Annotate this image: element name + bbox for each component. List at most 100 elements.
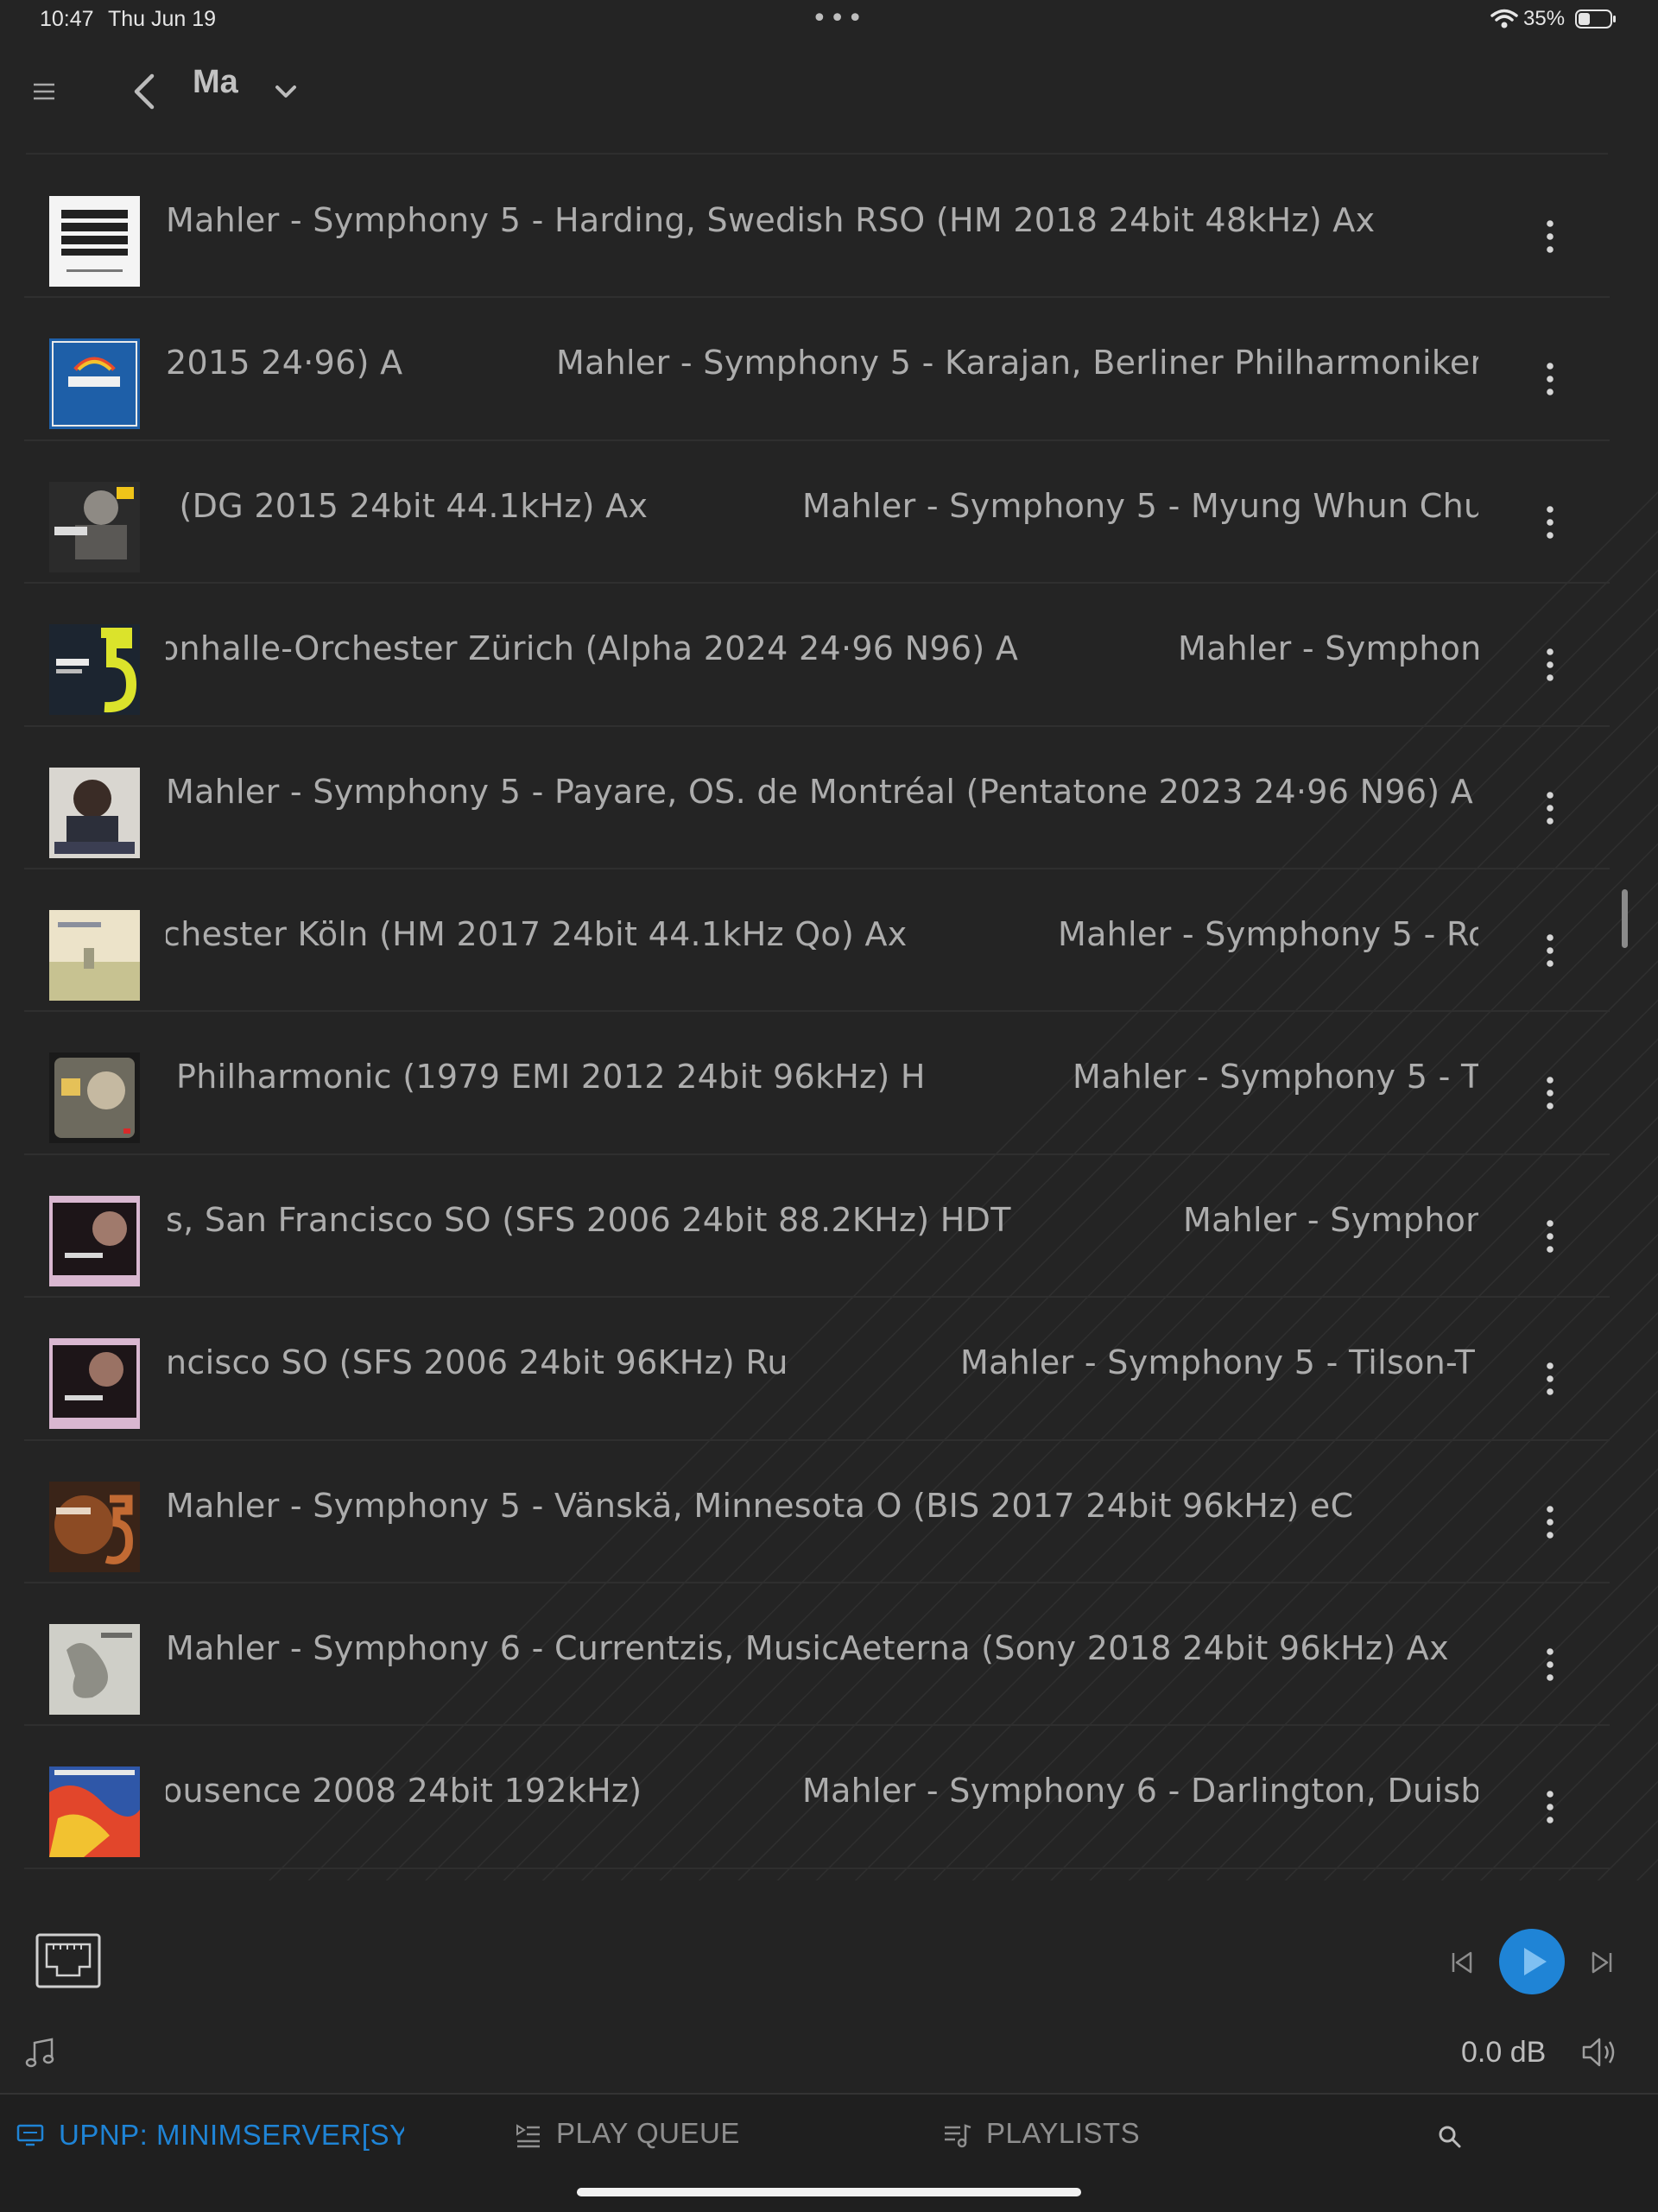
album-title-text: Mahler - Symphony 5 - Ro bbox=[1058, 914, 1478, 953]
header-divider bbox=[26, 153, 1608, 155]
album-title: Mahler - Symphony 5 - Harding, Swedish R… bbox=[166, 155, 1478, 298]
page-title: Ma bbox=[193, 64, 238, 100]
album-row[interactable]: 2015 24·96) A Mahler - Symphony 5 - Karaj… bbox=[0, 298, 1658, 442]
album-title-text: onhalle-Orchester Zürich (Alpha 2024 24·… bbox=[166, 629, 1019, 668]
play-button[interactable] bbox=[1499, 1929, 1565, 1994]
more-options-icon[interactable] bbox=[1537, 1785, 1563, 1830]
battery-icon bbox=[1575, 9, 1616, 28]
album-title-text: s, San Francisco SO (SFS 2006 24bit 88.2… bbox=[166, 1200, 1011, 1239]
album-title-text: ) (DG 2015 24bit 44.1kHz) Ax bbox=[166, 486, 649, 525]
more-options-icon[interactable] bbox=[1537, 500, 1563, 545]
ethernet-device-icon[interactable] bbox=[35, 1932, 102, 1989]
more-options-icon[interactable] bbox=[1537, 1071, 1563, 1115]
status-bar: 10:47 Thu Jun 19 ••• 35% bbox=[0, 0, 1658, 38]
wifi-icon bbox=[1490, 9, 1518, 28]
album-title-text: ncisco SO (SFS 2006 24bit 96KHz) Ru bbox=[166, 1343, 788, 1382]
tab-play-queue-label: PLAY QUEUE bbox=[556, 2117, 740, 2149]
server-icon bbox=[16, 2125, 44, 2146]
album-row[interactable]: Philharmonic (1979 EMI 2012 24bit 96kHz)… bbox=[0, 1012, 1658, 1156]
album-title-text: 2015 24·96) A bbox=[166, 344, 403, 382]
album-title: Mahler - Symphony 5 - Vänskä, Minnesota … bbox=[166, 1441, 1478, 1583]
album-title-text: Mahler - Symphony 5 - Karajan, Berliner … bbox=[556, 344, 1478, 382]
album-title-text: Mahler - Symphony 5 - Tilson-T bbox=[960, 1343, 1476, 1382]
album-title: Philharmonic (1979 EMI 2012 24bit 96kHz)… bbox=[166, 1012, 1478, 1154]
speaker-icon[interactable] bbox=[1580, 2034, 1620, 2070]
album-row[interactable]: Mahler - Symphony 5 - Harding, Swedish R… bbox=[0, 155, 1658, 299]
album-title-text: Mahler - Symphony 6 - Darlington, Duisb bbox=[802, 1772, 1478, 1811]
album-cover bbox=[49, 1338, 140, 1430]
album-title: Mahler - Symphony 6 - Currentzis, MusicA… bbox=[166, 1583, 1478, 1726]
album-title-text: Mahler - Symphony 5 - Payare, OS. de Mon… bbox=[166, 772, 1474, 811]
tab-play-queue[interactable]: PLAY QUEUE bbox=[515, 2117, 740, 2150]
album-title-text: Mahler - Symphon bbox=[1178, 629, 1478, 668]
album-row[interactable]: Mahler - Symphony 5 - Payare, OS. de Mon… bbox=[0, 727, 1658, 870]
album-cover bbox=[49, 767, 140, 858]
more-options-icon[interactable] bbox=[1537, 1642, 1563, 1687]
album-title-text: ousence 2008 24bit 192kHz) bbox=[166, 1772, 642, 1811]
album-row[interactable]: ousence 2008 24bit 192kHz) Mahler - Symph… bbox=[0, 1726, 1658, 1870]
album-title: 2015 24·96) A Mahler - Symphony 5 - Karaj… bbox=[166, 298, 1478, 440]
album-title: Mahler - Symphony 5 - Payare, OS. de Mon… bbox=[166, 727, 1478, 869]
back-icon[interactable] bbox=[130, 67, 159, 116]
album-row[interactable]: chester Köln (HM 2017 24bit 44.1kHz Qo) … bbox=[0, 869, 1658, 1013]
more-options-icon[interactable] bbox=[1537, 1356, 1563, 1401]
more-options-icon[interactable] bbox=[1537, 1500, 1563, 1545]
album-title: onhalle-Orchester Zürich (Alpha 2024 24·… bbox=[166, 584, 1478, 726]
album-title-text: Mahler - Symphony 5 - T bbox=[1073, 1058, 1478, 1097]
status-date: Thu Jun 19 bbox=[108, 7, 217, 31]
album-title: chester Köln (HM 2017 24bit 44.1kHz Qo) … bbox=[166, 869, 1478, 1012]
album-title-text: Mahler - Symphony 5 - Harding, Swedish R… bbox=[166, 201, 1376, 239]
album-title-text: Mahler - Symphony 5 - Vänskä, Minnesota … bbox=[166, 1486, 1354, 1525]
more-options-icon[interactable] bbox=[1537, 928, 1563, 973]
tab-server[interactable]: UPNP: MINIMSERVER[SYNOLOGY] bbox=[16, 2117, 404, 2152]
playlist-icon bbox=[945, 2124, 971, 2148]
more-options-icon[interactable] bbox=[1537, 214, 1563, 259]
album-cover bbox=[49, 196, 140, 287]
play-icon bbox=[1524, 1948, 1547, 1975]
more-options-icon[interactable] bbox=[1537, 786, 1563, 831]
album-title-text: Mahler - Symphony 5 - Myung Whun Chu bbox=[802, 486, 1478, 525]
album-title-text: Mahler - Symphon bbox=[1183, 1200, 1478, 1239]
album-title-text: chester Köln (HM 2017 24bit 44.1kHz Qo) … bbox=[166, 914, 908, 953]
skip-previous-icon[interactable] bbox=[1449, 1948, 1475, 1977]
tab-playlists-label: PLAYLISTS bbox=[986, 2117, 1141, 2149]
album-cover bbox=[49, 624, 140, 716]
album-cover bbox=[49, 1481, 140, 1572]
album-row[interactable]: onhalle-Orchester Zürich (Alpha 2024 24·… bbox=[0, 584, 1658, 727]
chevron-down-icon[interactable] bbox=[271, 74, 301, 109]
tab-bar: UPNP: MINIMSERVER[SYNOLOGY] PLAY QUEUE P… bbox=[0, 2093, 1658, 2212]
more-options-icon[interactable] bbox=[1537, 1214, 1563, 1259]
album-cover bbox=[49, 1195, 140, 1286]
more-options-icon[interactable] bbox=[1537, 642, 1563, 687]
album-cover bbox=[49, 1623, 140, 1715]
volume-level[interactable]: 0.0 dB bbox=[1461, 2036, 1546, 2070]
multitask-dots-icon[interactable]: ••• bbox=[812, 3, 865, 34]
battery-percent: 35% bbox=[1523, 7, 1566, 30]
music-note-icon[interactable] bbox=[22, 2036, 57, 2070]
more-options-icon[interactable] bbox=[1537, 357, 1563, 401]
status-time: 10:47 bbox=[40, 7, 94, 31]
tab-playlists[interactable]: PLAYLISTS bbox=[943, 2117, 1140, 2150]
menu-icon[interactable] bbox=[31, 76, 57, 107]
queue-icon bbox=[516, 2124, 540, 2148]
album-cover bbox=[49, 1052, 140, 1144]
album-row[interactable]: ncisco SO (SFS 2006 24bit 96KHz) Ru Mahle… bbox=[0, 1298, 1658, 1441]
navigation-bar: Ma bbox=[0, 52, 1658, 138]
album-title: ) (DG 2015 24bit 44.1kHz) Ax Mahler - Sym… bbox=[166, 441, 1478, 584]
tab-server-label: UPNP: MINIMSERVER[SYNOLOGY] bbox=[59, 2119, 404, 2152]
album-cover bbox=[49, 481, 140, 572]
album-list[interactable]: Mahler - Symphony 5 - Harding, Swedish R… bbox=[0, 155, 1658, 1880]
album-cover bbox=[49, 1766, 140, 1858]
album-title-text: Mahler - Symphony 6 - Currentzis, MusicA… bbox=[166, 1628, 1449, 1667]
album-title: ousence 2008 24bit 192kHz) Mahler - Symph… bbox=[166, 1726, 1478, 1868]
scrollbar-thumb[interactable] bbox=[1622, 889, 1628, 948]
album-row[interactable]: Mahler - Symphony 5 - Vänskä, Minnesota … bbox=[0, 1441, 1658, 1584]
album-cover bbox=[49, 338, 140, 430]
search-icon[interactable] bbox=[1437, 2124, 1463, 2150]
album-cover bbox=[49, 909, 140, 1001]
home-indicator bbox=[577, 2188, 1081, 2196]
album-row[interactable]: s, San Francisco SO (SFS 2006 24bit 88.2… bbox=[0, 1155, 1658, 1299]
album-row[interactable]: ) (DG 2015 24bit 44.1kHz) Ax Mahler - Sym… bbox=[0, 441, 1658, 585]
skip-next-icon[interactable] bbox=[1589, 1948, 1615, 1977]
album-row[interactable]: Mahler - Symphony 6 - Currentzis, MusicA… bbox=[0, 1583, 1658, 1727]
